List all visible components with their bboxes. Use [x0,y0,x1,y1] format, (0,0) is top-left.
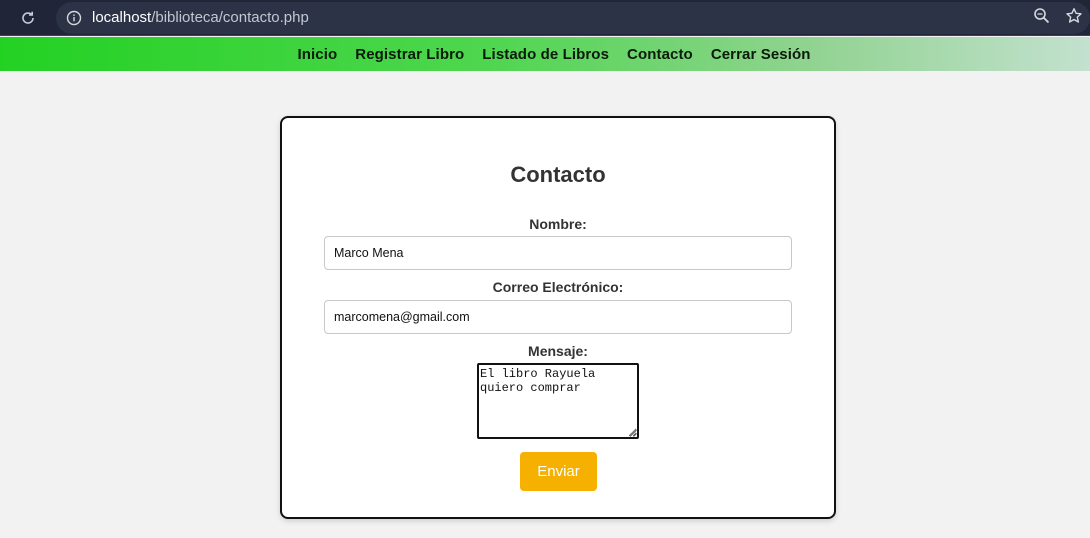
reload-icon [22,11,34,24]
email-label: Correo Electrónico: [492,279,624,295]
nav-link-listado-de-libros[interactable]: Listado de Libros [482,46,609,63]
contact-form-card: Contacto Nombre: Correo Electrónico: Men… [280,116,836,519]
nav-link-cerrar-sesion[interactable]: Cerrar Sesión [711,46,811,63]
address-bar[interactable]: localhost/biblioteca/contacto.php [56,2,1090,34]
nav-link-registrar-libro[interactable]: Registrar Libro [355,46,464,63]
email-input[interactable] [324,300,792,334]
info-icon [66,10,82,26]
submit-button[interactable]: Enviar [520,452,597,491]
reload-button[interactable] [14,4,42,32]
url-path: /biblioteca/contacto.php [151,9,309,26]
zoom-icon [1034,8,1050,24]
zoom-button[interactable] [1030,4,1054,28]
message-label: Mensaje: [528,343,588,359]
message-textarea[interactable]: El libro Rayuela quiero comprar [477,363,639,439]
url-host: localhost [92,9,152,26]
site-info-button[interactable] [64,8,84,28]
nav-link-contacto[interactable]: Contacto [627,46,693,63]
resize-grip-icon[interactable] [629,429,637,437]
bookmark-button[interactable] [1062,4,1086,28]
star-icon [1066,8,1082,23]
name-label: Nombre: [529,216,587,232]
name-input[interactable] [324,236,792,270]
main-nav: Inicio Registrar Libro Listado de Libros… [0,37,1090,71]
form-title: Contacto [510,162,606,187]
nav-list: Inicio Registrar Libro Listado de Libros… [279,46,810,63]
nav-link-inicio[interactable]: Inicio [297,46,337,63]
browser-toolbar: localhost/biblioteca/contacto.php [0,0,1090,36]
url-text[interactable]: localhost/biblioteca/contacto.php [92,2,309,34]
